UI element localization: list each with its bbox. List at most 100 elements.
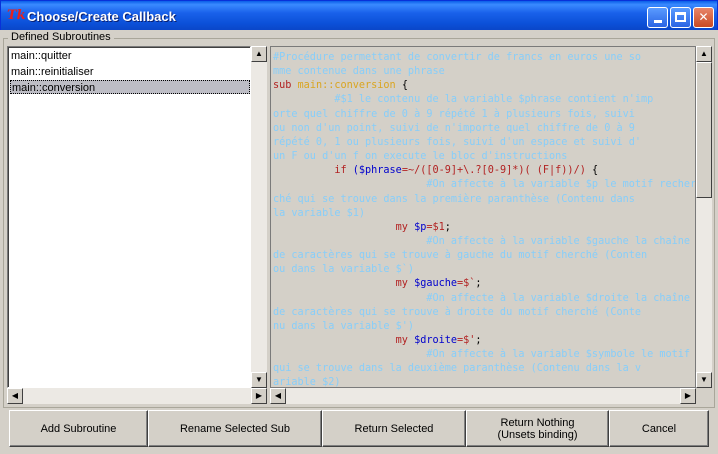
window-title: Choose/Create Callback	[27, 9, 176, 24]
scroll-right-arrow-icon[interactable]: ▶	[251, 388, 267, 404]
code-line: #On affecte à la variable $symbole le mo…	[273, 348, 690, 361]
code-token: la variable $1)	[273, 207, 366, 219]
scroll-down-arrow-icon[interactable]: ▼	[696, 372, 712, 388]
code-line: nu dans la variable $')	[273, 320, 414, 333]
code-line: ariable $2)	[273, 376, 341, 388]
code-line: #On affecte à la variable $p le motif re…	[273, 178, 696, 191]
code-token: ;	[475, 278, 482, 290]
tk-app-icon: Tk	[7, 8, 26, 23]
code-token: =$`	[457, 278, 476, 290]
code-horizontal-scrollbar[interactable]: ◀ ▶	[270, 388, 696, 404]
code-token: de caractères qui se trouve à gauche du …	[273, 250, 648, 262]
subroutine-item-quitter[interactable]: main::quitter	[10, 49, 250, 63]
code-line: my $droite=$';	[273, 334, 482, 347]
code-token: répété 0, 1 ou plusieurs fois, suivi d'u…	[273, 136, 642, 148]
code-token: sub	[273, 80, 298, 92]
maximize-button[interactable]	[670, 7, 691, 28]
code-token: un F ou d'un f on execute le bloc d'inst…	[273, 151, 568, 163]
list-vertical-scrollbar[interactable]: ▲ ▼	[251, 46, 267, 388]
code-token: ariable $2)	[273, 377, 341, 388]
code-line: qui se trouve dans la deuxième paranthès…	[273, 362, 641, 375]
code-token: my	[395, 278, 415, 290]
code-line: #On affecte à la variable $droite la cha…	[273, 292, 690, 305]
subroutine-code-view[interactable]: #Procédure permettant de convertir de fr…	[270, 46, 696, 388]
code-token: ou dans la variable $`)	[273, 264, 415, 276]
subroutine-item-conversion[interactable]: main::conversion	[10, 80, 250, 94]
code-token: =$'	[457, 335, 476, 346]
list-horizontal-scrollbar[interactable]: ◀ ▶	[7, 388, 267, 404]
add-subroutine-button[interactable]: Add Subroutine	[9, 410, 148, 447]
code-line: #Procédure permettant de convertir de fr…	[273, 51, 641, 64]
scroll-left-arrow-icon[interactable]: ◀	[270, 388, 286, 404]
minimize-icon	[653, 20, 662, 23]
code-line: mme contenue dans une phrase	[273, 65, 445, 78]
code-token: #Procédure permettant de convertir de fr…	[273, 52, 642, 63]
code-token: $gauche	[414, 278, 458, 290]
code-token: de caractères qui se trouve à droite du …	[273, 306, 642, 318]
code-token: #$1 le contenu de la variable $phrase co…	[273, 94, 654, 106]
code-token: ou non d'un point, suivi de n'importe qu…	[273, 122, 635, 134]
code-token: ($phrase	[352, 165, 402, 177]
cancel-button[interactable]: Cancel	[609, 410, 709, 447]
code-token: =$1	[426, 221, 445, 233]
code-token: ché qui se trouve dans la première paran…	[273, 193, 635, 205]
title-bar[interactable]: Tk Choose/Create Callback ✕	[1, 1, 717, 31]
code-token: {	[395, 80, 408, 92]
code-vertical-scrollbar[interactable]: ▲ ▼	[696, 46, 712, 388]
code-line: sub main::conversion {	[273, 79, 408, 92]
scroll-up-arrow-icon[interactable]: ▲	[251, 46, 267, 62]
code-token: if	[334, 165, 353, 177]
code-token: orte quel chiffre de 0 à 9 répété 1 à pl…	[273, 108, 635, 120]
code-token: ;	[475, 335, 482, 346]
code-line: de caractères qui se trouve à droite du …	[273, 306, 641, 319]
code-token: my	[395, 221, 415, 233]
code-token: $p	[414, 221, 427, 233]
code-line: #On affecte à la variable $gauche la cha…	[273, 235, 690, 248]
unsets-binding-label: (Unsets binding)	[497, 428, 578, 441]
code-line: my $p=$1;	[273, 221, 451, 234]
scroll-up-arrow-icon[interactable]: ▲	[696, 46, 712, 62]
code-line: my $gauche=$`;	[273, 277, 482, 290]
code-line: #$1 le contenu de la variable $phrase co…	[273, 93, 653, 106]
code-line: ou dans la variable $`)	[273, 263, 414, 276]
subroutines-frame-legend: Defined Subroutines	[8, 31, 114, 44]
code-token: #On affecte à la variable $symbole le mo…	[273, 349, 691, 361]
scroll-right-arrow-icon[interactable]: ▶	[680, 388, 696, 404]
close-button[interactable]: ✕	[693, 7, 714, 28]
scroll-left-arrow-icon[interactable]: ◀	[7, 388, 23, 404]
code-line: un F ou d'un f on execute le bloc d'inst…	[273, 150, 567, 163]
maximize-icon	[675, 12, 686, 22]
code-token: #On affecte à la variable $p le motif re…	[273, 179, 696, 191]
return-selected-button[interactable]: Return Selected	[322, 410, 466, 447]
code-line: ou non d'un point, suivi de n'importe qu…	[273, 122, 635, 135]
code-line: ché qui se trouve dans la première paran…	[273, 193, 635, 206]
scroll-down-arrow-icon[interactable]: ▼	[251, 372, 267, 388]
code-line: la variable $1)	[273, 207, 365, 220]
subroutine-item-reinitialiser[interactable]: main::reinitialiser	[10, 65, 250, 79]
code-line: de caractères qui se trouve à gauche du …	[273, 249, 647, 262]
code-line: orte quel chiffre de 0 à 9 répété 1 à pl…	[273, 108, 635, 121]
code-line: if ($phrase=~/([0-9]+\.?[0-9]*)( (F|f))/…	[273, 164, 598, 177]
code-token: ;	[444, 221, 451, 233]
code-token: main::conversion	[297, 80, 396, 92]
code-token: #On affecte à la variable $gauche la cha…	[273, 235, 691, 247]
code-token: qui se trouve dans la deuxième paranthès…	[273, 363, 642, 375]
code-token: #On affecte à la variable $droite la cha…	[273, 292, 691, 304]
code-token: $droite	[414, 335, 458, 346]
code-scrollbar-thumb[interactable]	[696, 62, 712, 198]
code-line: répété 0, 1 ou plusieurs fois, suivi d'u…	[273, 136, 641, 149]
code-token: mme contenue dans une phrase	[273, 66, 445, 78]
rename-selected-sub-button[interactable]: Rename Selected Sub	[148, 410, 322, 447]
return-nothing-button[interactable]: Return Nothing (Unsets binding)	[466, 410, 609, 447]
minimize-button[interactable]	[647, 7, 668, 28]
code-token: {	[591, 165, 599, 177]
return-nothing-label: Return Nothing	[500, 416, 575, 429]
code-token: nu dans la variable $')	[273, 320, 415, 332]
code-token: my	[395, 335, 415, 346]
subroutine-listbox[interactable]: main::quitter main::reinitialiser main::…	[7, 46, 251, 388]
code-token: =~/([0-9]+\.?[0-9]*)( (F|f))/)	[401, 165, 592, 177]
